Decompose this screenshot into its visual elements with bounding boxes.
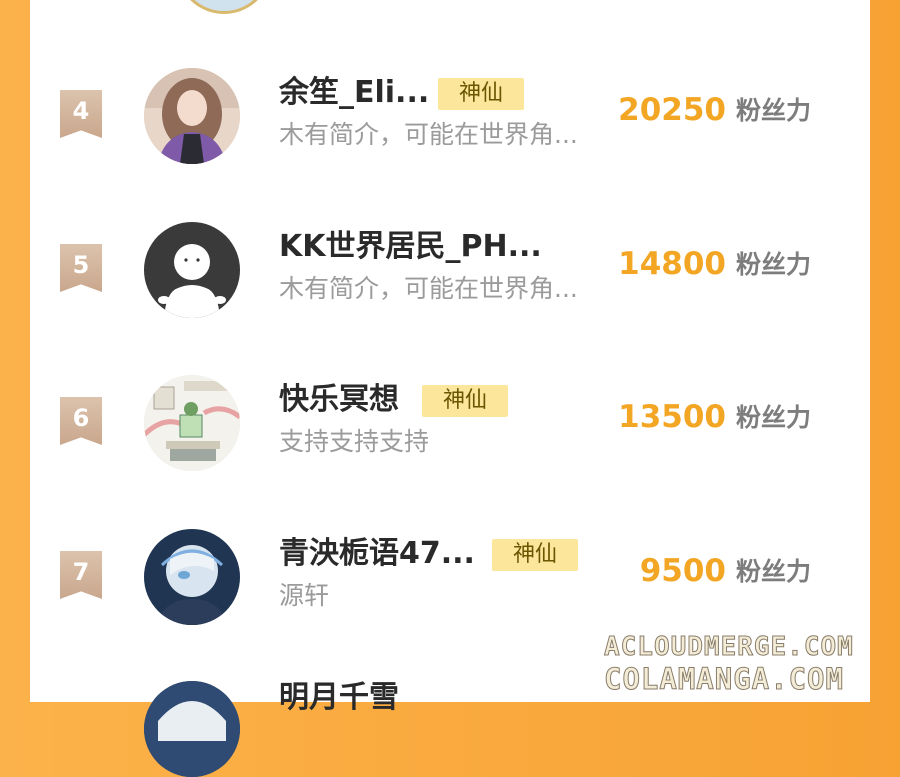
- rank-ribbon: 5: [60, 244, 102, 292]
- user-name[interactable]: 青泱栀语47...: [279, 534, 475, 574]
- level-badge: 神仙: [492, 539, 578, 571]
- level-badge: 神仙: [438, 78, 524, 110]
- score-unit: 粉丝力: [736, 96, 812, 125]
- user-name-partial[interactable]: 明月千雪: [279, 678, 399, 718]
- default-avatar-icon[interactable]: [144, 222, 240, 318]
- avatar-rank-8-partial[interactable]: [144, 681, 240, 777]
- avatar[interactable]: [144, 529, 240, 625]
- ranking-row[interactable]: 6 快乐冥想 神仙 支持支持支持 13500 粉丝力: [30, 370, 870, 490]
- fan-score: 20250: [618, 92, 726, 128]
- ranking-card: 4 余笙_Eli... 神仙 木有简介，可能在世界角... 20250 粉丝力 …: [30, 0, 870, 777]
- ranking-row[interactable]: 5 KK世界居民_PH... 木有简介，可能在世界角... 14800 粉丝力: [30, 217, 870, 337]
- user-bio: 源轩: [279, 581, 330, 610]
- score-unit: 粉丝力: [736, 250, 812, 279]
- avatar-rank-3-partial[interactable]: [176, 0, 272, 14]
- user-name[interactable]: 快乐冥想: [279, 380, 399, 420]
- level-badge: 神仙: [422, 385, 508, 417]
- score-unit: 粉丝力: [736, 403, 812, 432]
- rank-ribbon: 4: [60, 90, 102, 138]
- score-unit: 粉丝力: [736, 557, 812, 586]
- avatar[interactable]: [144, 68, 240, 164]
- user-bio: 木有简介，可能在世界角...: [279, 274, 578, 303]
- ranking-row[interactable]: 7 青泱栀语47... 神仙 源轩 9500 粉丝力: [30, 524, 870, 644]
- user-bio: 支持支持支持: [279, 427, 430, 456]
- user-bio: 木有简介，可能在世界角...: [279, 120, 578, 149]
- ranking-row[interactable]: 4 余笙_Eli... 神仙 木有简介，可能在世界角... 20250 粉丝力: [30, 63, 870, 183]
- user-name[interactable]: 余笙_Eli...: [279, 73, 429, 113]
- fan-score: 9500: [639, 553, 726, 589]
- fan-score: 13500: [618, 399, 726, 435]
- rank-ribbon: 6: [60, 397, 102, 445]
- rank-ribbon: 7: [60, 551, 102, 599]
- watermark-line-1: ACLOUDMERGE.COM: [604, 632, 854, 663]
- watermark-line-2: COLAMANGA.COM: [604, 662, 844, 697]
- avatar[interactable]: [144, 375, 240, 471]
- user-name[interactable]: KK世界居民_PH...: [279, 227, 542, 267]
- fan-score: 14800: [618, 246, 726, 282]
